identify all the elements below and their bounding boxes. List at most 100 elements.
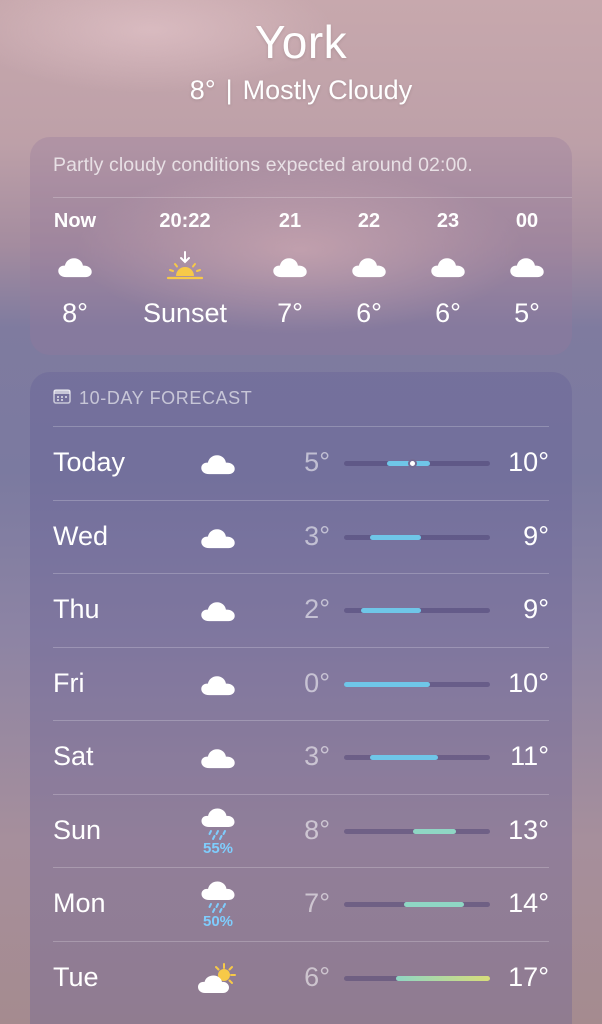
rain-cloud-icon bbox=[200, 807, 236, 841]
high-temperature: 13° bbox=[508, 814, 549, 845]
high-temperature: 11° bbox=[510, 741, 549, 771]
hour-label: 21 bbox=[278, 210, 302, 232]
low-temperature: 7° bbox=[304, 888, 330, 918]
precipitation-chance: 55% bbox=[202, 839, 234, 857]
cloud-icon bbox=[200, 600, 236, 622]
city-name: York bbox=[254, 16, 348, 68]
cloud-icon bbox=[200, 747, 236, 769]
temperature-range-bar bbox=[344, 975, 490, 981]
temperature-range-bar bbox=[344, 828, 490, 834]
temperature-range-fill bbox=[344, 681, 430, 687]
hourly-item: 23 6° bbox=[403, 209, 493, 329]
day-weather: 55% bbox=[195, 804, 241, 860]
cloud-icon bbox=[245, 241, 335, 293]
high-temperature: 10° bbox=[508, 447, 549, 477]
row-divider bbox=[53, 426, 549, 427]
hour-temperature: 5° bbox=[514, 298, 540, 328]
hour-temperature: 7° bbox=[277, 298, 303, 328]
day-label: Sat bbox=[53, 741, 94, 771]
temperature-range-fill bbox=[412, 828, 456, 834]
current-temperature: 8° bbox=[189, 75, 216, 105]
current-conditions: 8° | Mostly Cloudy bbox=[0, 74, 602, 106]
forecast-title: 10-DAY FORECAST bbox=[79, 388, 253, 408]
hour-temperature: 8° bbox=[62, 298, 88, 328]
sunset-icon bbox=[140, 241, 230, 293]
hourly-item: 00 5° bbox=[482, 209, 572, 329]
high-temperature: 17° bbox=[508, 961, 549, 992]
separator: | bbox=[225, 75, 233, 105]
forecast-row[interactable]: Tue 6° 17° bbox=[30, 940, 572, 1014]
hour-temperature: Sunset bbox=[142, 298, 228, 328]
partly-sunny-icon bbox=[196, 962, 240, 996]
hour-temperature: 6° bbox=[435, 298, 461, 328]
day-label: Tue bbox=[53, 961, 99, 992]
high-temperature: 9° bbox=[523, 520, 549, 551]
low-temperature: 3° bbox=[304, 741, 330, 771]
day-weather bbox=[195, 951, 241, 1007]
rain-cloud-icon bbox=[200, 880, 236, 914]
high-temperature: 14° bbox=[508, 888, 549, 918]
row-divider bbox=[53, 720, 549, 721]
day-label: Today bbox=[53, 447, 126, 477]
temperature-range-fill bbox=[369, 534, 422, 540]
low-temperature: 5° bbox=[304, 447, 330, 477]
hour-label: 00 bbox=[515, 210, 539, 232]
forecast-row[interactable]: Wed 3° 9° bbox=[30, 499, 572, 573]
day-weather bbox=[195, 657, 241, 713]
row-divider bbox=[53, 793, 549, 795]
row-divider bbox=[53, 573, 549, 574]
row-divider bbox=[53, 940, 549, 942]
hourly-summary: Partly cloudy conditions expected around… bbox=[53, 154, 473, 176]
row-divider bbox=[53, 499, 549, 501]
cloud-icon bbox=[200, 674, 236, 696]
cloud-icon bbox=[200, 527, 236, 549]
temperature-range-bar bbox=[344, 681, 490, 687]
forecast-header: 10-DAY FORECAST bbox=[53, 388, 252, 409]
hour-label: Now bbox=[53, 210, 97, 232]
forecast-row[interactable]: Mon 50% 7° 14° bbox=[30, 867, 572, 940]
low-temperature: 2° bbox=[304, 594, 330, 624]
temperature-range-bar bbox=[344, 755, 490, 760]
temperature-range-bar bbox=[344, 902, 490, 907]
high-temperature: 9° bbox=[523, 594, 549, 624]
row-divider bbox=[53, 867, 549, 868]
cloud-icon bbox=[482, 241, 572, 293]
temperature-range-bar bbox=[344, 608, 490, 613]
day-weather bbox=[195, 730, 241, 786]
low-temperature: 8° bbox=[304, 814, 330, 845]
hourly-item: 20:22 Sunset bbox=[140, 209, 230, 329]
cloud-icon bbox=[403, 241, 493, 293]
temperature-range-fill bbox=[369, 755, 439, 760]
temperature-range-bar bbox=[344, 534, 490, 540]
hour-label: 20:22 bbox=[159, 210, 211, 232]
day-weather bbox=[195, 583, 241, 639]
temperature-range-fill bbox=[404, 902, 465, 907]
forecast-row[interactable]: Fri 0° 10° bbox=[30, 646, 572, 720]
temperature-range-bar bbox=[344, 459, 490, 468]
precipitation-chance: 50% bbox=[202, 913, 234, 930]
low-temperature: 0° bbox=[304, 667, 330, 698]
cloud-icon bbox=[324, 241, 414, 293]
day-label: Mon bbox=[53, 888, 106, 918]
day-weather bbox=[195, 510, 241, 566]
hourly-forecast-card[interactable]: Partly cloudy conditions expected around… bbox=[30, 137, 572, 355]
hour-temperature: 6° bbox=[356, 298, 382, 328]
forecast-row[interactable]: Sun 55% 8° 13° bbox=[30, 793, 572, 867]
location-header: York 8° | Mostly Cloudy bbox=[0, 0, 602, 106]
day-label: Wed bbox=[53, 520, 109, 551]
temperature-range-fill bbox=[395, 975, 490, 981]
cloud-icon bbox=[200, 453, 236, 475]
hourly-item: 21 7° bbox=[245, 209, 335, 329]
day-label: Thu bbox=[53, 594, 100, 624]
low-temperature: 3° bbox=[304, 520, 330, 551]
forecast-row[interactable]: Thu 2° 9° bbox=[30, 573, 572, 646]
day-weather bbox=[195, 436, 241, 492]
row-divider bbox=[53, 646, 549, 648]
ten-day-forecast-card[interactable]: 10-DAY FORECAST Today 5° 10° Wed 3° 9° T… bbox=[30, 372, 572, 1024]
forecast-row[interactable]: Sat 3° 11° bbox=[30, 720, 572, 793]
hour-label: 22 bbox=[357, 210, 381, 232]
hourly-item: 22 6° bbox=[324, 209, 414, 329]
forecast-row[interactable]: Today 5° 10° bbox=[30, 426, 572, 499]
day-weather: 50% bbox=[195, 877, 241, 933]
hour-label: 23 bbox=[436, 210, 460, 232]
